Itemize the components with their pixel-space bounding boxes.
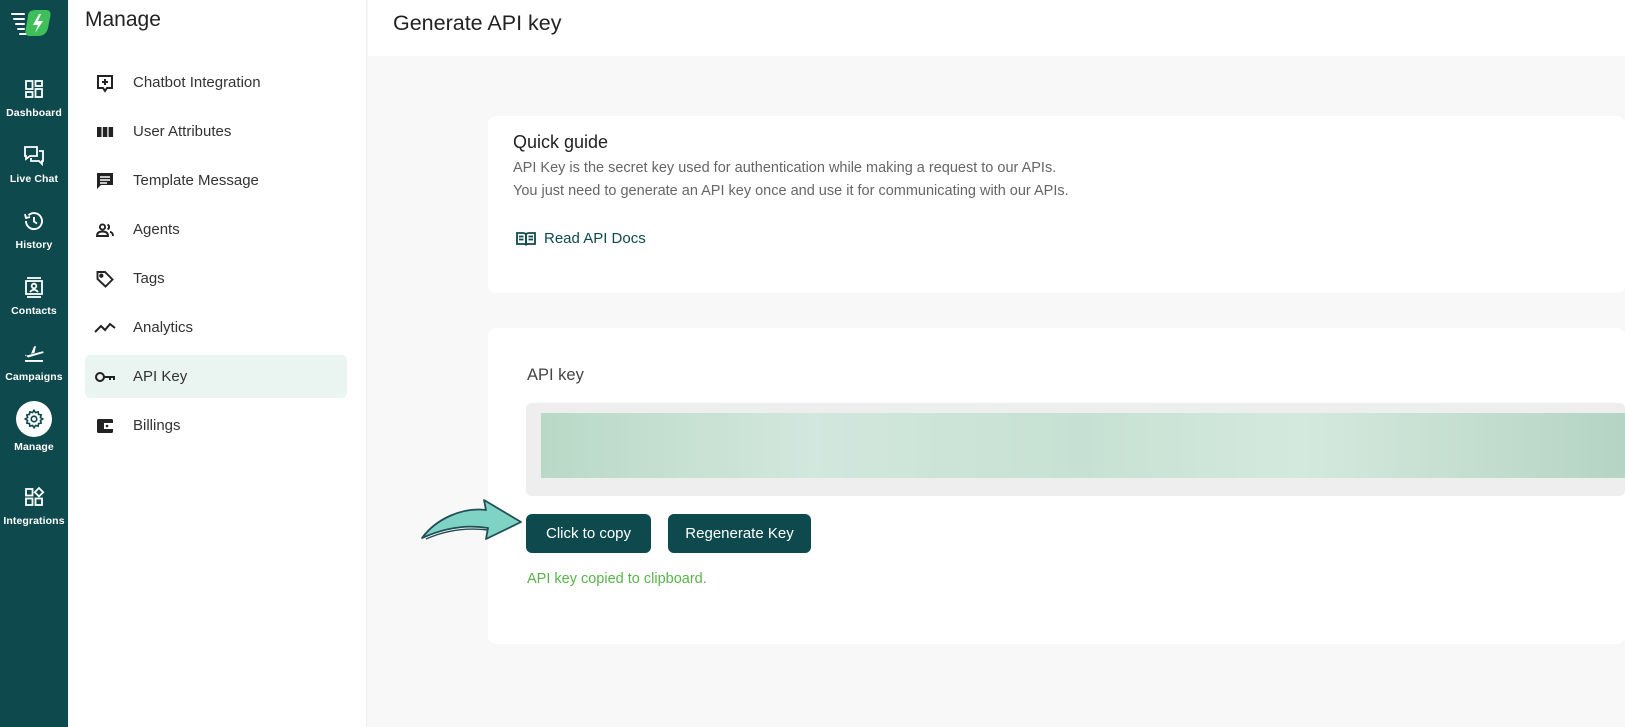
rail-item-dashboard[interactable]: Dashboard (0, 77, 68, 139)
pointer-arrow-icon (421, 499, 522, 540)
click-to-copy-button[interactable]: Click to copy (526, 514, 651, 553)
api-key-field[interactable] (526, 403, 1625, 496)
history-icon (24, 212, 43, 230)
regenerate-key-button[interactable]: Regenerate Key (668, 514, 811, 553)
read-api-docs-link[interactable]: Read API Docs (516, 230, 646, 247)
rail-item-contacts[interactable]: Contacts (0, 275, 68, 337)
quick-guide-card: Quick guide API Key is the secret key us… (488, 116, 1625, 293)
book-icon (516, 231, 536, 246)
wallet-icon (94, 415, 116, 437)
rail-active-indicator (16, 401, 52, 437)
integrations-icon (25, 486, 45, 506)
menu-item-analytics[interactable]: Analytics (85, 306, 347, 349)
menu-item-chatbot-integration[interactable]: Chatbot Integration (85, 61, 347, 104)
rail-item-history[interactable]: History (0, 209, 68, 271)
menu-label: Tags (133, 270, 165, 287)
panel-title: Manage (85, 8, 161, 31)
api-key-label: API key (527, 366, 584, 384)
gear-icon (23, 408, 45, 430)
menu-label: Agents (133, 221, 180, 238)
tag-icon (94, 268, 116, 290)
menu-item-billings[interactable]: Billings (85, 404, 347, 447)
menu-item-tags[interactable]: Tags (85, 257, 347, 300)
guide-description-line-1: API Key is the secret key used for authe… (513, 160, 1057, 176)
rail-item-integrations[interactable]: Integrations (0, 485, 68, 547)
menu-label: Analytics (133, 319, 194, 336)
agents-icon (94, 219, 116, 241)
menu-label: User Attributes (133, 123, 232, 140)
page-header: Generate API key (368, 0, 1625, 56)
campaigns-icon (25, 346, 44, 362)
api-key-card: API key (488, 328, 1625, 644)
menu-label: Chatbot Integration (133, 74, 261, 91)
menu-label: Template Message (133, 172, 259, 189)
rail-item-manage[interactable]: Manage (0, 401, 68, 469)
rail-label: Integrations (3, 515, 65, 527)
api-key-masked-value (541, 413, 1625, 478)
menu-label: Billings (133, 417, 181, 434)
menu-item-api-key[interactable]: API Key (85, 355, 347, 398)
rail-label: Campaigns (5, 371, 63, 383)
rail-label: Contacts (11, 305, 57, 317)
menu-item-user-attributes[interactable]: User Attributes (85, 110, 347, 153)
menu-item-agents[interactable]: Agents (85, 208, 347, 251)
guide-title: Quick guide (513, 132, 609, 152)
key-icon (94, 366, 116, 388)
dashboard-icon (25, 80, 43, 98)
app-logo (11, 10, 51, 36)
rail-item-campaigns[interactable]: Campaigns (0, 341, 68, 403)
rail-label: History (15, 239, 53, 251)
manage-panel: Manage Chatbot Integration User Attribut… (68, 0, 367, 727)
message-icon (94, 170, 116, 192)
rail-label: Manage (14, 441, 54, 453)
menu-label: API Key (133, 368, 188, 385)
chatbot-icon (94, 72, 116, 94)
read-api-docs-label: Read API Docs (544, 230, 646, 247)
columns-icon (94, 121, 116, 143)
page-title: Generate API key (393, 11, 562, 35)
app-rail: Dashboard Live Chat History Contacts Cam… (0, 0, 68, 727)
guide-description-line-2: You just need to generate an API key onc… (513, 183, 1069, 199)
contacts-icon (25, 277, 43, 298)
menu-item-template-message[interactable]: Template Message (85, 159, 347, 202)
rail-label: Live Chat (9, 173, 59, 185)
analytics-icon (94, 317, 116, 339)
copy-status-message: API key copied to clipboard. (527, 571, 707, 587)
rail-item-live-chat[interactable]: Live Chat (0, 143, 68, 205)
live-chat-icon (24, 146, 44, 167)
rail-label: Dashboard (6, 107, 62, 119)
